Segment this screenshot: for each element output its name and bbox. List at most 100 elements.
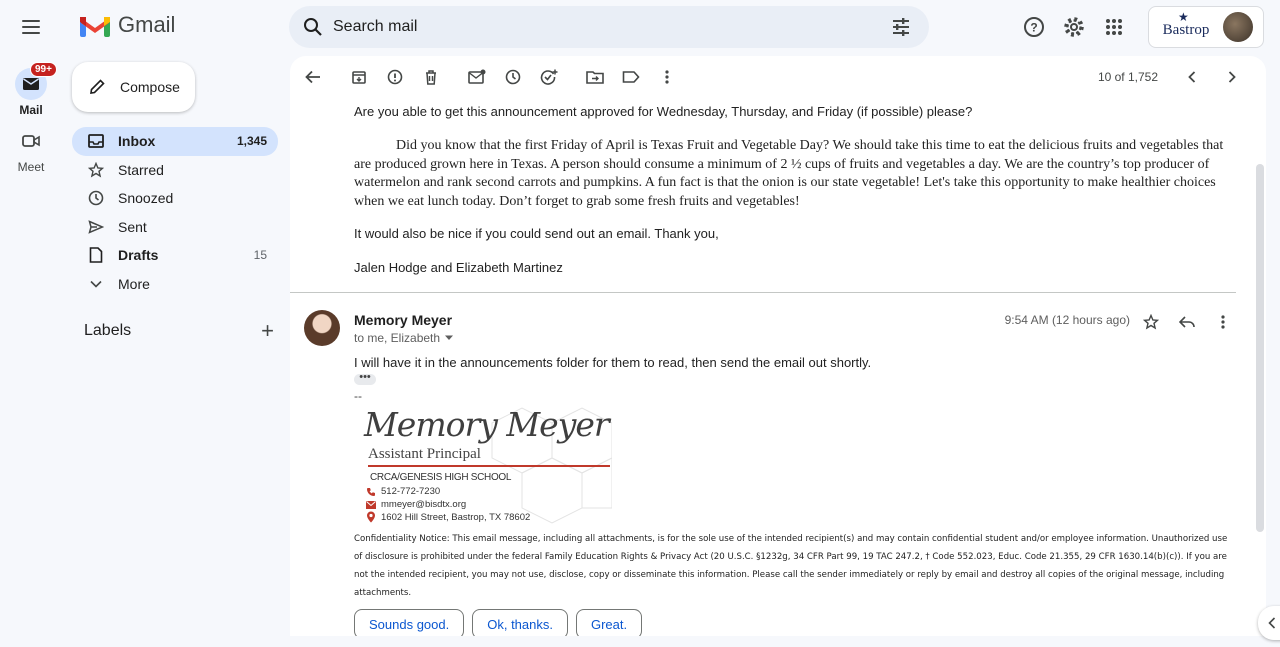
sidebar-item-snoozed[interactable]: Snoozed — [72, 184, 278, 213]
account-switcher[interactable]: ★ Bastrop — [1148, 6, 1264, 48]
gmail-logo[interactable]: Gmail — [80, 12, 175, 38]
labels-section-header: Labels + — [84, 320, 274, 342]
compose-button[interactable]: Compose — [72, 62, 195, 112]
message-timestamp: 9:54 AM (12 hours ago) — [1004, 313, 1130, 327]
sidebar-item-more[interactable]: More — [72, 270, 278, 299]
chevron-down-icon — [87, 275, 105, 293]
signature-phone: 512-772-7230 — [381, 486, 441, 497]
sidebar-item-drafts[interactable]: Drafts 15 — [72, 241, 278, 270]
sidebar-item-inbox[interactable]: Inbox 1,345 — [72, 127, 278, 156]
star-message-icon[interactable] — [1134, 306, 1168, 338]
report-spam-icon[interactable] — [377, 59, 413, 95]
trash-icon[interactable] — [413, 59, 449, 95]
top-bar: Gmail ? ★Bastrop — [0, 0, 1280, 54]
signature-name: Memory Meyer — [364, 405, 610, 444]
older-chevron-right-icon[interactable] — [1214, 59, 1250, 95]
video-camera-icon — [15, 125, 47, 157]
mark-unread-icon[interactable] — [459, 59, 495, 95]
smart-reply-ok-thanks[interactable]: Ok, thanks. — [472, 609, 568, 636]
snooze-clock-icon[interactable] — [495, 59, 531, 95]
rail-mail-label: Mail — [19, 103, 43, 117]
drafts-count: 15 — [253, 248, 267, 263]
reply-body: I will have it in the announcements fold… — [354, 355, 872, 370]
message-divider — [290, 292, 1236, 293]
search-bar[interactable] — [289, 6, 929, 48]
sidebar-nav: Inbox 1,345 Starred Snoozed Sent Drafts … — [72, 127, 278, 298]
sender-avatar[interactable] — [304, 310, 340, 346]
gmail-m-icon — [80, 17, 110, 37]
recipient-details[interactable]: to me, Elizabeth — [354, 331, 454, 345]
add-label-icon[interactable]: + — [261, 320, 274, 342]
avatar[interactable] — [1223, 12, 1253, 42]
draft-icon — [87, 246, 105, 264]
signature-email-row: mmeyer@bisdtx.org — [366, 499, 466, 510]
message-actions — [1134, 306, 1240, 338]
email-paragraph: Did you know that the first Friday of Ap… — [354, 138, 1224, 209]
show-trimmed-content-button[interactable]: ••• — [354, 372, 376, 385]
message-scrollbar[interactable] — [1254, 100, 1266, 636]
message-view: 10 of 1,752 Are you able to get this ann… — [290, 56, 1266, 636]
back-arrow-icon[interactable] — [295, 59, 331, 95]
apps-grid-icon[interactable] — [1094, 7, 1134, 47]
signature-address-row: 1602 Hill Street, Bastrop, TX 78602 — [366, 511, 530, 523]
sidebar-item-label: Starred — [118, 161, 164, 178]
labels-title: Labels — [84, 322, 132, 339]
message-thread: Are you able to get this announcement ap… — [290, 98, 1250, 636]
search-input[interactable] — [333, 18, 881, 36]
add-task-icon[interactable] — [531, 59, 567, 95]
pagination: 10 of 1,752 — [1098, 56, 1250, 98]
app-rail: 99+ Mail Meet — [0, 54, 62, 174]
reply-icon[interactable] — [1170, 306, 1204, 338]
sidebar-item-label: Snoozed — [118, 190, 174, 207]
sidebar-item-label: More — [118, 275, 150, 292]
signature-image: Memory Meyer Assistant Principal CRCA/GE… — [354, 403, 612, 525]
rail-meet-label: Meet — [17, 160, 45, 174]
smart-reply-great[interactable]: Great. — [575, 609, 643, 636]
inbox-icon — [87, 132, 105, 150]
signature-school: CRCA/GENESIS HIGH SCHOOL — [370, 472, 512, 483]
page-counter: 10 of 1,752 — [1097, 70, 1158, 84]
signature-address: 1602 Hill Street, Bastrop, TX 78602 — [381, 511, 531, 523]
move-to-folder-icon[interactable] — [577, 59, 613, 95]
smart-reply-sounds-good[interactable]: Sounds good. — [354, 609, 465, 636]
inbox-count: 1,345 — [236, 134, 267, 149]
label-tag-icon[interactable] — [613, 59, 649, 95]
sidebar-item-label: Inbox — [118, 133, 156, 150]
unread-badge: 99+ — [30, 62, 57, 77]
message-more-vert-icon[interactable] — [1206, 306, 1240, 338]
star-icon — [87, 161, 105, 179]
newer-chevron-left-icon[interactable] — [1174, 59, 1210, 95]
signature-rule — [368, 465, 610, 467]
email-signoff: Jalen Hodge and Elizabeth Martinez — [354, 260, 563, 275]
app-name: Gmail — [118, 12, 176, 37]
sidebar-item-sent[interactable]: Sent — [72, 213, 278, 242]
search-icon[interactable] — [293, 6, 333, 48]
sidebar-item-starred[interactable]: Starred — [72, 156, 278, 185]
sender-name[interactable]: Memory Meyer — [354, 312, 452, 328]
more-vert-icon[interactable] — [649, 59, 685, 95]
svg-text:?: ? — [1030, 21, 1037, 35]
scroll-thumb[interactable] — [1256, 164, 1264, 532]
recipients-text: to me, Elizabeth — [354, 331, 441, 345]
top-right-actions: ? ★ Bastrop — [1014, 6, 1280, 48]
help-icon[interactable]: ? — [1014, 7, 1054, 47]
star-logo-icon: ★ — [1178, 9, 1189, 24]
caret-down-icon — [445, 335, 454, 340]
signature-email: mmeyer@bisdtx.org — [381, 499, 467, 510]
signature-separator: -- — [354, 389, 362, 403]
archive-icon[interactable] — [341, 59, 377, 95]
settings-gear-icon[interactable] — [1054, 7, 1094, 47]
main-menu-icon[interactable] — [17, 13, 45, 41]
side-panel-toggle-chevron-icon[interactable] — [1258, 606, 1280, 640]
search-options-icon[interactable] — [881, 6, 921, 48]
confidentiality-notice: Confidentiality Notice: This email messa… — [354, 534, 1228, 598]
pencil-icon — [90, 79, 105, 94]
envelope-icon — [366, 500, 376, 509]
signature-title: Assistant Principal — [368, 446, 481, 462]
rail-meet[interactable]: Meet — [0, 125, 62, 174]
rail-mail[interactable]: 99+ Mail — [0, 62, 62, 117]
email-line: Are you able to get this announcement ap… — [354, 104, 973, 119]
sidebar-item-label: Drafts — [118, 247, 159, 264]
message-toolbar: 10 of 1,752 — [290, 56, 1266, 98]
smart-replies: Sounds good. Ok, thanks. Great. — [354, 609, 643, 636]
